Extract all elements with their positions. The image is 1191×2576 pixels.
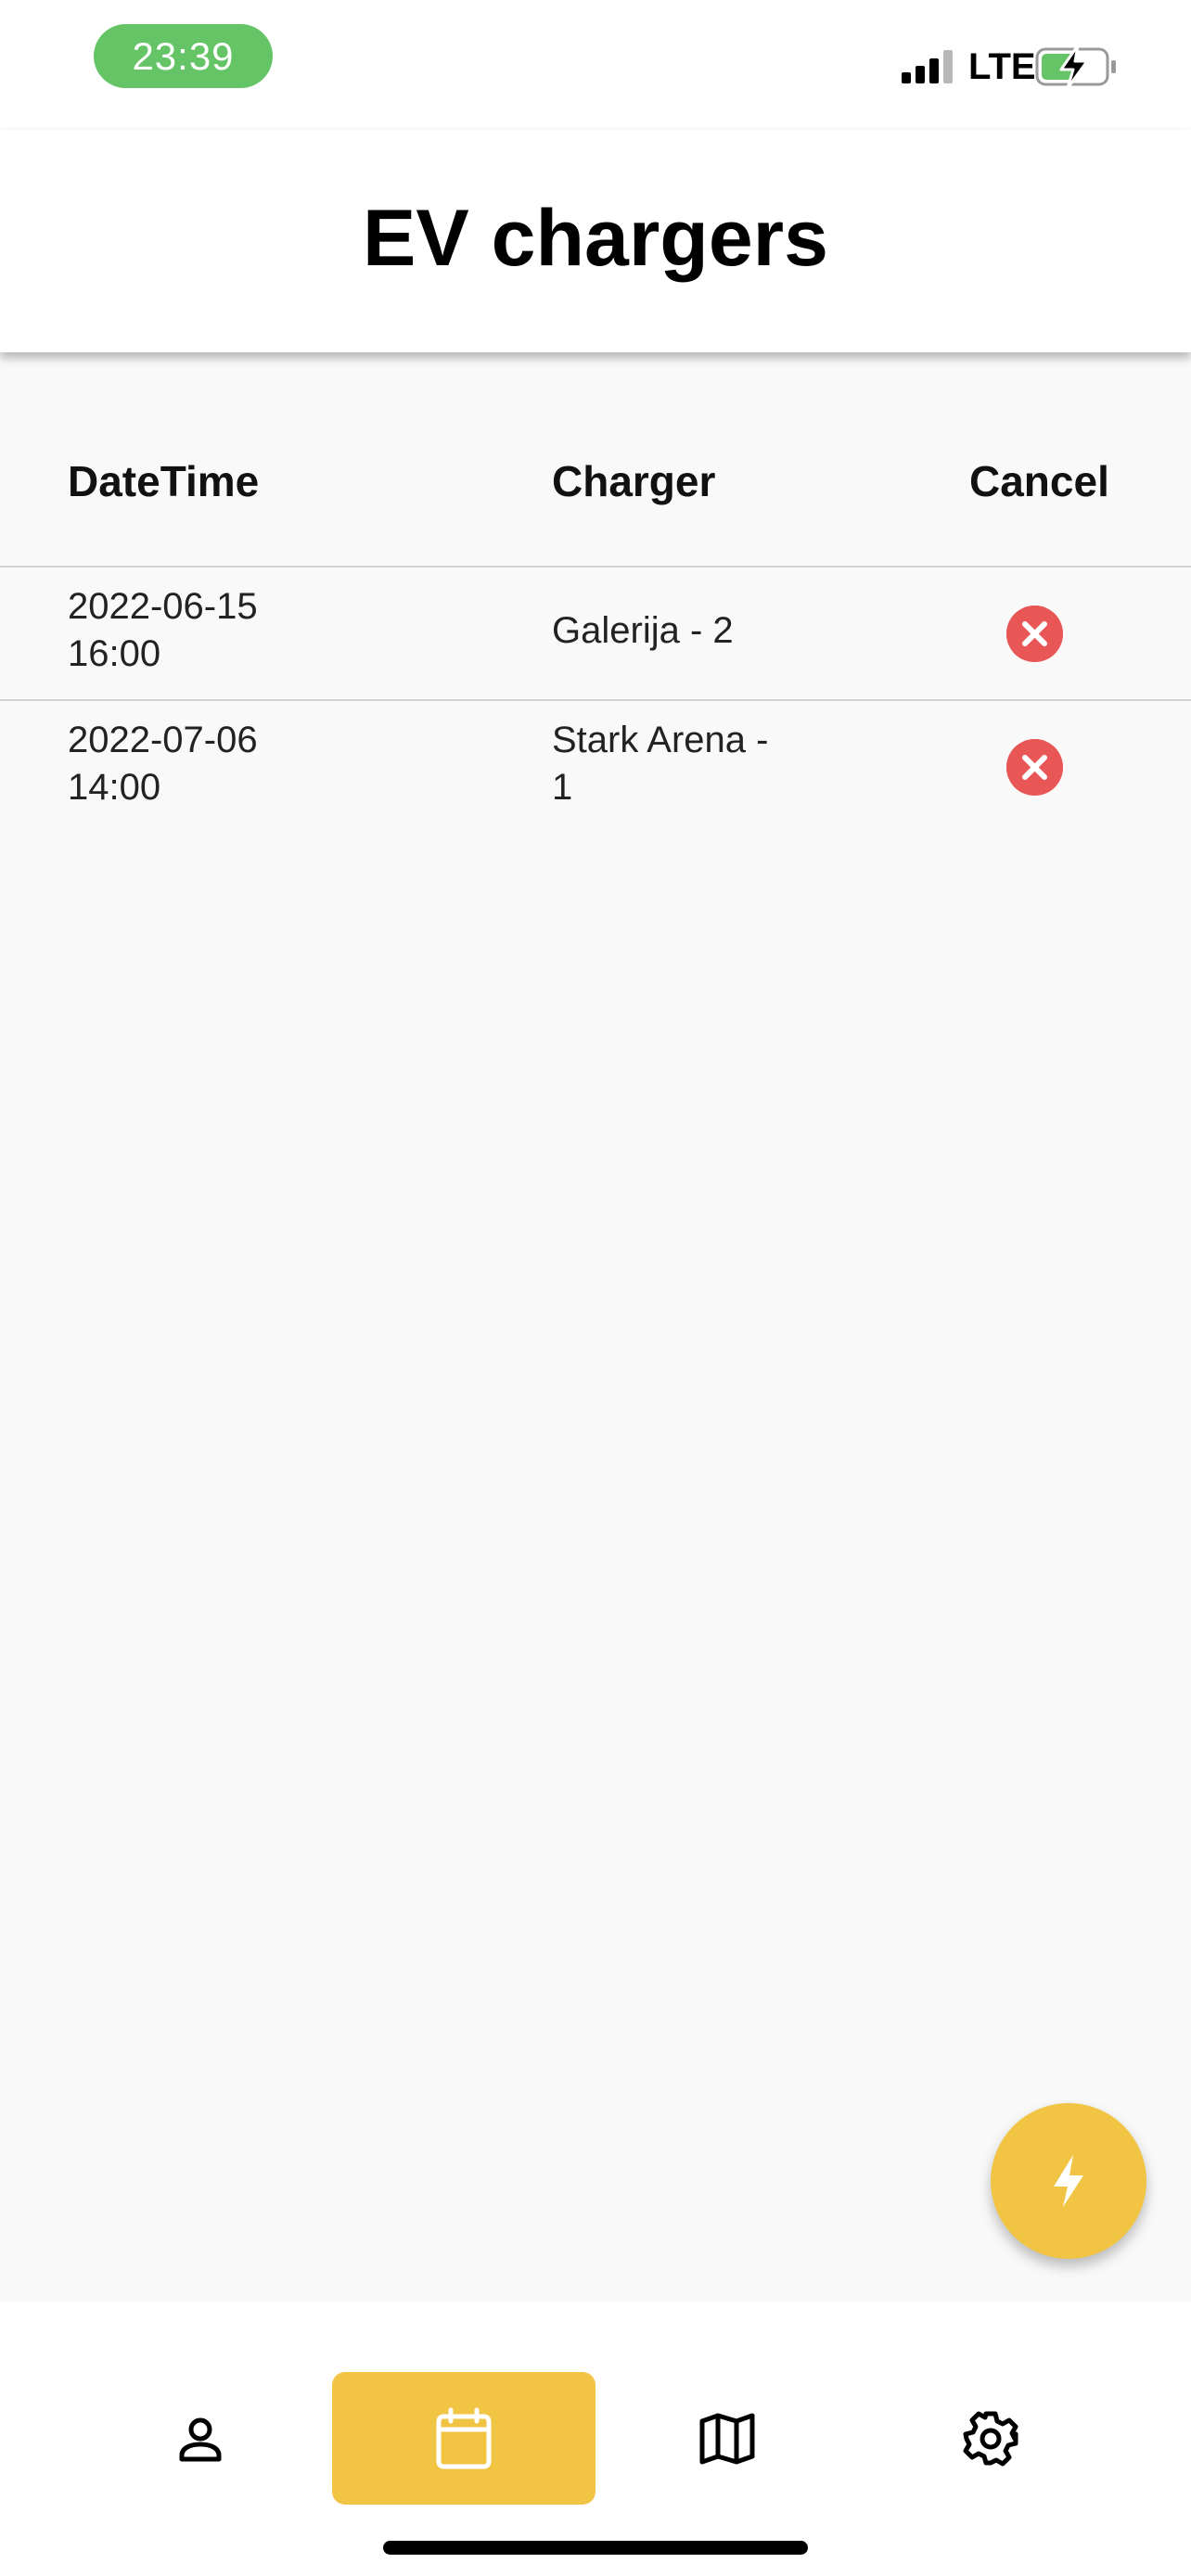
column-header-datetime: DateTime [68,457,260,505]
home-indicator [383,2541,808,2555]
status-bar: 23:39 LTE [0,0,1191,130]
calendar-icon [436,2407,492,2468]
nav-map[interactable] [596,2372,859,2505]
table-header: DateTime Charger Cancel [0,352,1191,567]
charge-fab-button[interactable] [991,2103,1146,2259]
signal-bars-icon [902,50,953,83]
settings-gear-icon [963,2411,1018,2466]
cancel-booking-button[interactable] [1006,739,1063,796]
table-row: 2022-06-15 16:00 Galerija - 2 [0,567,1191,701]
network-label: LTE [968,46,1036,87]
person-icon [179,2417,222,2461]
map-icon [699,2413,755,2464]
bookings-table: DateTime Charger Cancel 2022-06-15 16:00… [0,352,1191,833]
status-time: 23:39 [94,24,273,88]
bottom-nav [0,2302,1191,2576]
battery-charging-icon [1035,44,1116,90]
nav-calendar[interactable] [332,2372,596,2505]
row-charger: Galerija - 2 [552,610,734,651]
table-row: 2022-07-06 14:00 Stark Arena - 1 [0,701,1191,833]
row-datetime: 2022-06-15 16:00 [68,586,258,674]
row-datetime: 2022-07-06 14:00 [68,720,258,808]
cancel-circle-icon [1006,739,1063,796]
nav-profile[interactable] [69,2372,332,2505]
cancel-circle-icon [1006,606,1063,662]
nav-settings[interactable] [859,2372,1122,2505]
lightning-bolt-icon [1054,2155,1083,2207]
row-charger: Stark Arena - 1 [552,720,769,808]
page-title: EV chargers [363,194,828,283]
column-header-cancel: Cancel [969,457,1109,505]
app-header: EV chargers [0,130,1191,352]
column-header-charger: Charger [552,457,716,505]
cancel-booking-button[interactable] [1006,606,1063,662]
